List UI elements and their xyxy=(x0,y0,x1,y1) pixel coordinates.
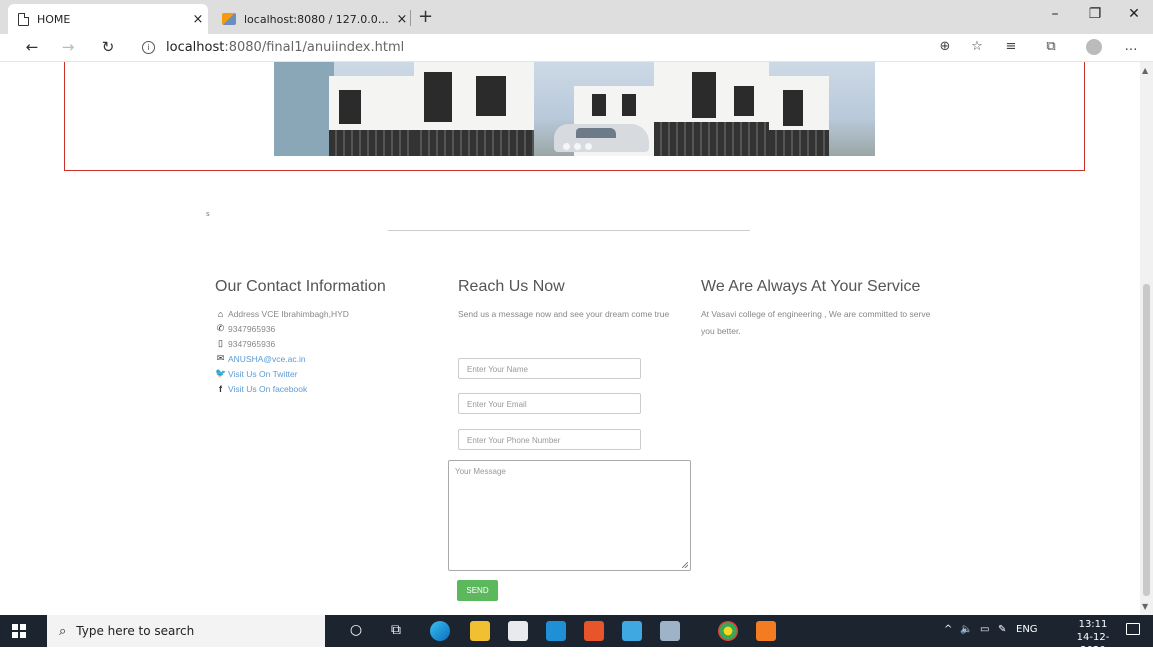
office-icon[interactable] xyxy=(584,621,604,641)
store-icon[interactable] xyxy=(508,621,528,641)
collections-icon[interactable]: ⧉ xyxy=(1040,39,1062,54)
edge-icon[interactable] xyxy=(430,621,450,641)
facebook-line: f Visit Us On facebook xyxy=(215,381,435,396)
zoom-icon[interactable]: ⊕ xyxy=(934,39,956,54)
minimize-button[interactable]: – xyxy=(1040,6,1070,22)
volume-icon[interactable]: 🔈 xyxy=(960,624,972,635)
more-menu-icon[interactable]: … xyxy=(1120,39,1142,54)
tab-title: HOME xyxy=(37,12,71,26)
chrome-icon[interactable] xyxy=(718,621,738,641)
facebook-icon: f xyxy=(219,383,222,394)
vscode-icon[interactable] xyxy=(622,621,642,641)
reach-heading: Reach Us Now xyxy=(458,278,565,295)
name-input[interactable]: Enter Your Name xyxy=(458,358,641,379)
tab-strip: HOME × localhost:8080 / 127.0.0.1 / real… xyxy=(0,0,1153,34)
carousel-indicators xyxy=(563,143,592,150)
favorites-bar-icon[interactable]: ≡ xyxy=(1000,39,1022,54)
contact-heading: Our Contact Information xyxy=(215,278,386,295)
tab-title: localhost:8080 / 127.0.0.1 / realestate xyxy=(244,12,392,26)
tab-home[interactable]: HOME × xyxy=(8,4,208,34)
address-line: ⌂ Address VCE Ibrahimbagh,HYD xyxy=(215,306,435,321)
pen-icon[interactable]: ✎ xyxy=(998,624,1006,635)
network-icon[interactable]: ▭ xyxy=(980,624,989,635)
scroll-down-arrow[interactable]: ▼ xyxy=(1142,602,1148,611)
house-carousel-image xyxy=(274,62,875,156)
send-button[interactable]: SEND xyxy=(457,580,498,601)
taskbar-clock[interactable]: 13:11 14-12-2020 xyxy=(1068,618,1118,657)
page-icon xyxy=(18,12,29,26)
search-placeholder: Type here to search xyxy=(76,624,195,638)
back-button[interactable]: ← xyxy=(20,38,44,56)
mobile-line: ▯ 9347965936 xyxy=(215,336,435,351)
reach-text: Send us a message now and see your dream… xyxy=(458,309,670,319)
maximize-button[interactable]: ❐ xyxy=(1080,6,1110,22)
address-bar: ← → ↻ i localhost:8080/final1/anuiindex.… xyxy=(0,34,1153,62)
tab-phpmyadmin[interactable]: localhost:8080 / 127.0.0.1 / realestate … xyxy=(212,4,412,34)
stray-text: s xyxy=(206,210,210,218)
language-indicator[interactable]: ENG xyxy=(1016,624,1038,635)
forward-button[interactable]: → xyxy=(56,38,80,56)
phone-icon: ✆ xyxy=(216,323,225,333)
windows-taskbar: ⌕ Type here to search ○ ⧉ ^ 🔈 ▭ ✎ ENG 13… xyxy=(0,615,1153,656)
tray-chevron-icon[interactable]: ^ xyxy=(944,624,952,635)
phpmyadmin-icon xyxy=(222,13,236,25)
profile-avatar[interactable] xyxy=(1086,39,1102,55)
email-link[interactable]: ANUSHA@vce.ac.in xyxy=(228,354,306,364)
info-icon[interactable]: i xyxy=(142,41,155,54)
contact-column: Our Contact Information ⌂ Address VCE Ib… xyxy=(215,278,435,396)
email-line: ✉ ANUSHA@vce.ac.in xyxy=(215,351,435,366)
task-view-icon[interactable]: ⧉ xyxy=(386,622,406,638)
carousel-dot[interactable] xyxy=(563,143,570,150)
service-heading: We Are Always At Your Service xyxy=(701,278,921,295)
taskbar-search[interactable]: ⌕ Type here to search xyxy=(47,615,325,647)
new-tab-button[interactable]: + xyxy=(418,6,433,27)
url-path: :8080/final1/anuiindex.html xyxy=(224,40,405,55)
phone-text: 9347965936 xyxy=(228,323,276,334)
home-icon: ⌂ xyxy=(217,308,224,319)
service-column: We Are Always At Your Service At Vasavi … xyxy=(701,278,931,340)
refresh-button[interactable]: ↻ xyxy=(96,38,120,56)
carousel-dot[interactable] xyxy=(574,143,581,150)
message-textarea[interactable]: Your Message xyxy=(448,460,691,571)
scroll-up-arrow[interactable]: ▲ xyxy=(1142,66,1148,75)
notepad-icon[interactable] xyxy=(660,621,680,641)
twitter-link[interactable]: Visit Us On Twitter xyxy=(228,369,298,379)
clock-time: 13:11 xyxy=(1078,619,1108,630)
phone-line: ✆ 9347965936 xyxy=(215,321,435,336)
page-viewport: s Our Contact Information ⌂ Address VCE … xyxy=(0,62,1140,615)
url-host: localhost xyxy=(166,40,225,55)
tab-separator xyxy=(410,10,411,26)
file-explorer-icon[interactable] xyxy=(470,621,490,641)
xampp-icon[interactable] xyxy=(756,621,776,641)
email-input[interactable]: Enter Your Email xyxy=(458,393,641,414)
scroll-thumb[interactable] xyxy=(1143,284,1150,596)
notification-icon[interactable] xyxy=(1126,623,1140,635)
cortana-icon[interactable]: ○ xyxy=(346,622,366,638)
twitter-line: 🐦 Visit Us On Twitter xyxy=(215,366,435,381)
tab-close-button[interactable]: × xyxy=(392,12,412,27)
favorite-star-icon[interactable]: ☆ xyxy=(966,39,988,54)
mobile-text: 9347965936 xyxy=(228,338,276,349)
mail-icon[interactable] xyxy=(546,621,566,641)
clock-date: 14-12-2020 xyxy=(1076,632,1110,656)
address-text: Address VCE Ibrahimbagh,HYD xyxy=(228,308,349,319)
twitter-icon: 🐦 xyxy=(215,368,227,378)
tab-close-button[interactable]: × xyxy=(188,12,208,27)
phone-input[interactable]: Enter Your Phone Number xyxy=(458,429,641,450)
service-text: At Vasavi college of engineering , We ar… xyxy=(701,309,931,336)
windows-start-icon[interactable] xyxy=(12,624,26,638)
mobile-icon: ▯ xyxy=(218,338,223,348)
banner-frame xyxy=(64,62,1085,171)
carousel-dot[interactable] xyxy=(585,143,592,150)
search-icon: ⌕ xyxy=(59,623,67,639)
reach-column: Reach Us Now Send us a message now and s… xyxy=(458,278,683,323)
envelope-icon: ✉ xyxy=(216,353,225,363)
close-window-button[interactable]: ✕ xyxy=(1119,6,1149,22)
facebook-link[interactable]: Visit Us On facebook xyxy=(228,384,307,394)
url-field[interactable]: localhost:8080/final1/anuiindex.html xyxy=(166,40,404,55)
page-scrollbar[interactable]: ▲ ▼ xyxy=(1140,62,1153,615)
section-divider xyxy=(388,230,750,231)
